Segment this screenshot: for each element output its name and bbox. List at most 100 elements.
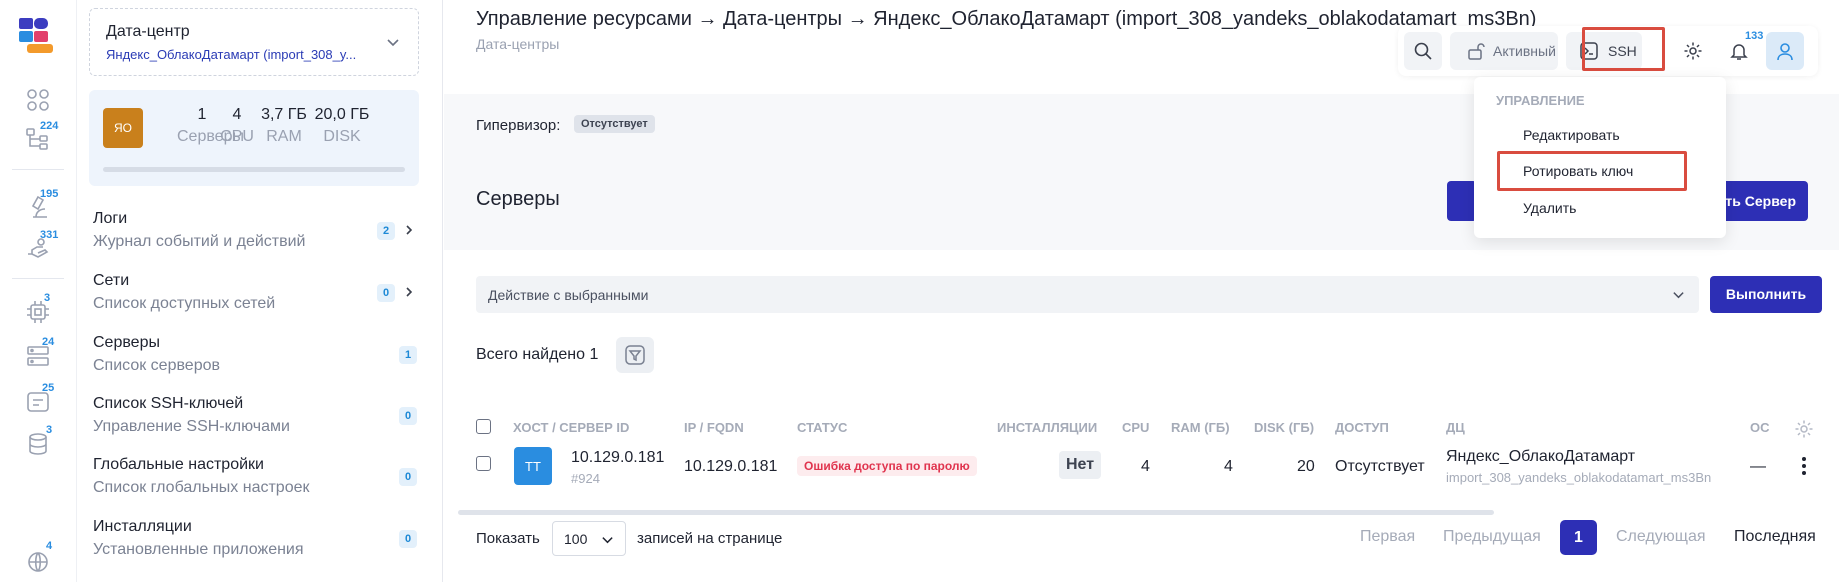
servers-heading: Серверы xyxy=(476,188,560,210)
server-ram: 4 xyxy=(1224,458,1233,475)
server-dc-id: import_308_yandeks_oblakodatamart_ms3Bn xyxy=(1446,470,1712,485)
filter-button[interactable] xyxy=(616,337,654,373)
select-all-checkbox[interactable] xyxy=(476,419,491,434)
sidebar-item-global-settings[interactable]: Глобальные настройки Список глобальных н… xyxy=(93,456,423,506)
count-badge: 0 xyxy=(399,530,417,548)
sidebar-item-ssh-keys[interactable]: Список SSH-ключей Управление SSH-ключами… xyxy=(93,395,423,445)
board-badge: 25 xyxy=(42,382,55,394)
page-first[interactable]: Первая xyxy=(1360,528,1415,546)
header-toolbar: Активный SSH 133 xyxy=(1398,26,1818,76)
more-vertical-icon[interactable] xyxy=(1802,457,1806,475)
installations-badge: Нет xyxy=(1059,451,1102,479)
notifications-badge: 133 xyxy=(1745,30,1764,42)
stat-ram: 3,7 ГБ RAM xyxy=(261,106,307,145)
chevron-down-icon xyxy=(602,537,613,544)
col-ram[interactable]: RAM (ГБ) xyxy=(1171,420,1230,435)
server-host[interactable]: 10.129.0.181 xyxy=(571,449,664,467)
datacenter-title: Дата-центр xyxy=(106,23,190,40)
horizontal-scrollbar[interactable] xyxy=(458,510,1494,515)
chevron-down-icon xyxy=(1673,292,1684,299)
datacenter-name: Яндекс_ОблакоДатамарт (import_308_y... xyxy=(106,47,357,62)
menu-item-edit[interactable]: Редактировать xyxy=(1523,127,1620,143)
hand-badge: 331 xyxy=(40,229,59,241)
row-checkbox[interactable] xyxy=(476,456,491,471)
col-access[interactable]: ДОСТУП xyxy=(1335,420,1389,435)
count-badge: 0 xyxy=(399,468,417,486)
tree-badge: 224 xyxy=(40,120,59,132)
datacenter-selector[interactable]: Дата-центр Яндекс_ОблакоДатамарт (import… xyxy=(89,8,419,76)
column-settings-icon[interactable] xyxy=(1794,419,1814,439)
hidden-action-button[interactable] xyxy=(1447,181,1477,221)
filter-icon xyxy=(625,345,645,365)
col-disk[interactable]: DISK (ГБ) xyxy=(1254,420,1314,435)
count-badge: 0 xyxy=(377,284,395,302)
show-label: Показать xyxy=(476,530,540,547)
profile-button[interactable] xyxy=(1766,32,1804,70)
usage-bar xyxy=(103,167,405,172)
user-icon xyxy=(1777,43,1793,61)
page-title: Управление ресурсами → Дата-центры → Янд… xyxy=(476,8,1537,30)
chip-badge: 3 xyxy=(44,292,51,304)
count-badge: 0 xyxy=(399,407,417,425)
apps-grid-icon[interactable] xyxy=(24,86,52,114)
globe-icon[interactable] xyxy=(24,548,52,576)
server-avatar: TT xyxy=(514,447,552,485)
gear-icon xyxy=(1684,42,1702,60)
count-badge: 2 xyxy=(377,222,395,240)
page-current[interactable]: 1 xyxy=(1560,520,1597,555)
execute-button[interactable]: Выполнить xyxy=(1710,276,1822,313)
sidebar-item-logs[interactable]: Логи Журнал событий и действий 2 xyxy=(93,210,423,260)
highlight-ssh xyxy=(1582,27,1665,71)
database-badge: 3 xyxy=(46,424,53,436)
sidebar-item-networks[interactable]: Сети Список доступных сетей 0 xyxy=(93,272,423,322)
col-cpu[interactable]: CPU xyxy=(1122,420,1149,435)
page-last[interactable]: Последняя xyxy=(1734,528,1816,546)
sidebar: Дата-центр Яндекс_ОблакоДатамарт (import… xyxy=(77,0,443,582)
page-next[interactable]: Следующая xyxy=(1616,528,1706,546)
status-badge: Ошибка доступа по паролю xyxy=(797,456,977,476)
status-label: Активный xyxy=(1493,43,1556,59)
sidebar-item-installations[interactable]: Инсталляции Установленные приложения 0 xyxy=(93,518,423,568)
per-page-select[interactable]: 100 xyxy=(552,521,626,556)
chevron-right-icon xyxy=(406,287,413,297)
col-ip[interactable]: IP / FQDN xyxy=(684,420,744,435)
bulk-action-select[interactable]: Действие с выбранными xyxy=(476,276,1699,313)
search-icon xyxy=(1414,42,1432,60)
microscope-badge: 195 xyxy=(40,188,59,200)
col-os[interactable]: ОС xyxy=(1750,420,1770,435)
stat-disk: 20,0 ГБ DISK xyxy=(314,106,370,145)
status-button[interactable]: Активный xyxy=(1450,32,1558,70)
found-count: Всего найдено 1 xyxy=(476,346,599,363)
server-ip: 10.129.0.181 xyxy=(684,458,778,475)
col-installations[interactable]: ИНСТАЛЛЯЦИИ xyxy=(997,420,1097,435)
breadcrumb[interactable]: Дата-центры xyxy=(476,36,559,52)
col-host[interactable]: ХОСТ / СЕРВЕР ID xyxy=(513,420,629,435)
col-status[interactable]: СТАТУС xyxy=(797,420,847,435)
search-button[interactable] xyxy=(1404,32,1442,70)
server-dc[interactable]: Яндекс_ОблакоДатамарт xyxy=(1446,448,1635,466)
globe-badge: 4 xyxy=(46,540,53,552)
bulk-action-placeholder: Действие с выбранными xyxy=(488,287,649,303)
bell-icon xyxy=(1730,44,1748,60)
dropdown-heading: УПРАВЛЕНИЕ xyxy=(1496,93,1585,108)
per-page-value: 100 xyxy=(564,531,588,547)
ssh-dropdown-menu: УПРАВЛЕНИЕ Редактировать Ротировать ключ… xyxy=(1474,77,1726,238)
chevron-down-icon xyxy=(387,39,399,47)
datacenter-avatar: ЯО xyxy=(103,108,143,148)
sidebar-item-servers[interactable]: Серверы Список серверов 1 xyxy=(93,334,423,384)
menu-item-delete[interactable]: Удалить xyxy=(1523,200,1576,216)
server-cpu: 4 xyxy=(1141,458,1150,475)
icon-rail: 224 195 331 3 24 25 3 4 xyxy=(0,0,77,582)
app-logo[interactable] xyxy=(19,18,57,56)
col-dc[interactable]: ДЦ xyxy=(1446,420,1465,435)
count-badge: 1 xyxy=(399,346,417,364)
server-access: Отсутствует xyxy=(1335,458,1425,475)
chevron-right-icon xyxy=(406,225,413,235)
server-disk: 20 xyxy=(1297,458,1315,475)
hypervisor-value: Отсутствует xyxy=(574,115,655,133)
page-prev[interactable]: Предыдущая xyxy=(1443,528,1541,546)
stat-cpu: 4 CPU xyxy=(220,106,254,145)
server-id: #924 xyxy=(571,471,600,486)
server-badge: 24 xyxy=(42,336,55,348)
settings-button[interactable] xyxy=(1674,32,1712,70)
